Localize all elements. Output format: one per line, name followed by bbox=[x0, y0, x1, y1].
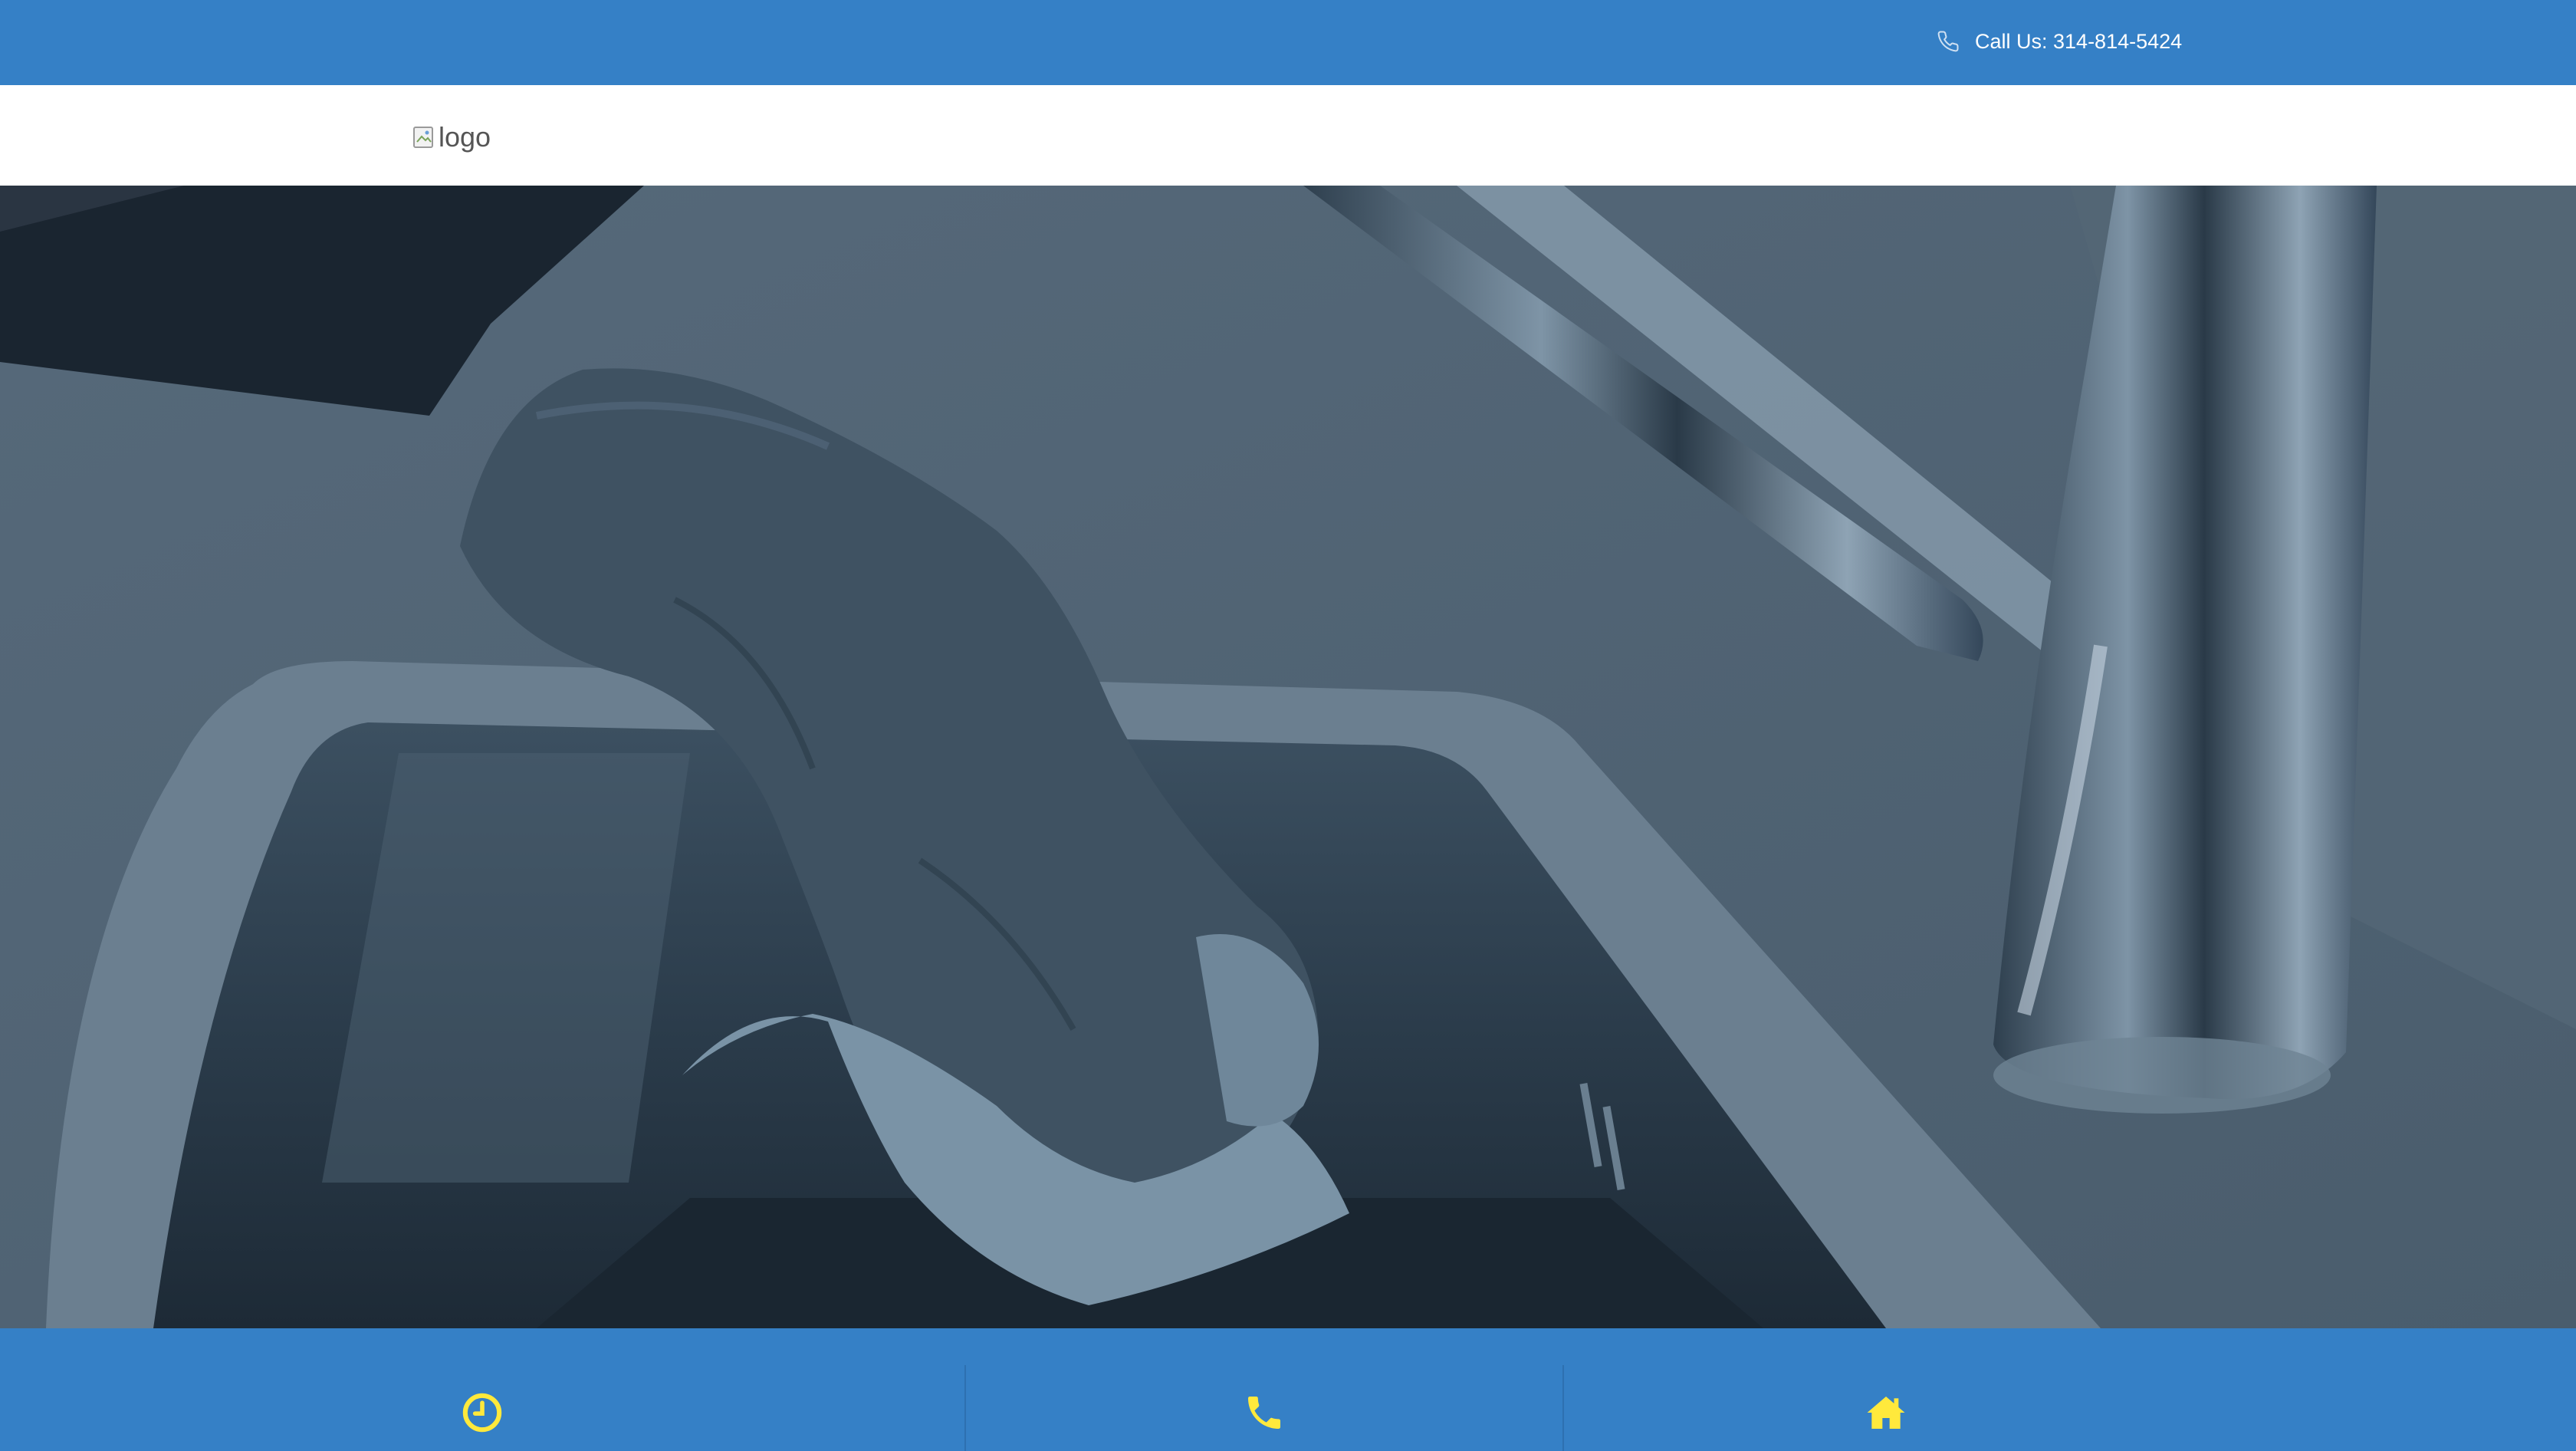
call-us-text[interactable]: Call Us: 314-814-5424 bbox=[1975, 30, 2182, 54]
call-us-link[interactable]: Call Us: 314-814-5424 bbox=[1937, 26, 2182, 57]
broken-image-icon bbox=[413, 127, 433, 148]
feature-home[interactable] bbox=[1564, 1367, 2208, 1451]
logo[interactable]: logo bbox=[412, 117, 491, 157]
phone-outline-icon bbox=[1937, 31, 1959, 52]
clock-icon bbox=[462, 1393, 502, 1433]
home-icon bbox=[1867, 1397, 1905, 1429]
site-header: logo bbox=[0, 85, 2576, 186]
phone-icon bbox=[1248, 1397, 1280, 1429]
hero-image bbox=[0, 186, 2576, 1328]
top-bar: Call Us: 314-814-5424 bbox=[0, 0, 2576, 85]
feature-hours[interactable] bbox=[0, 1367, 964, 1451]
features-bar bbox=[0, 1328, 2576, 1451]
hero-slider bbox=[0, 186, 2576, 1328]
logo-alt-text: logo bbox=[439, 121, 491, 153]
feature-call[interactable] bbox=[966, 1367, 1562, 1451]
